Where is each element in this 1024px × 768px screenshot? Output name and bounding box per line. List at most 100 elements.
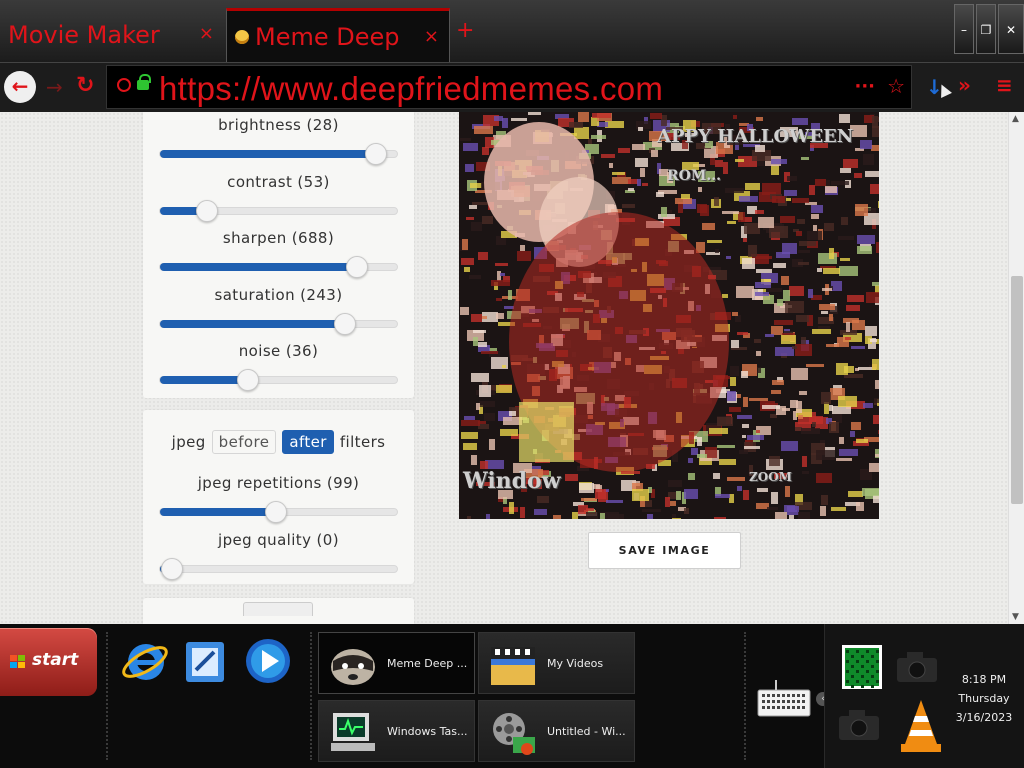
internet-explorer-icon[interactable]: [120, 636, 170, 686]
slider-label: sharpen (688): [222, 229, 335, 247]
address-bar[interactable]: https://www.deepfriedmemes.com ··· ☆: [106, 65, 912, 109]
jpeg-order-row: jpeg before after filters: [143, 430, 414, 454]
before-toggle-button[interactable]: before: [211, 430, 277, 454]
menu-icon[interactable]: ≡: [996, 73, 1013, 97]
slider-label: brightness (28): [218, 116, 339, 134]
back-icon[interactable]: ←: [4, 71, 36, 103]
navigation-bar: ← → ↻ https://www.deepfriedmemes.com ···…: [0, 62, 1024, 112]
slider-thumb[interactable]: [265, 501, 288, 523]
slider-thumb[interactable]: [236, 369, 259, 391]
tab-meme-deep[interactable]: Meme Deep ×: [226, 8, 450, 62]
task-label: My Videos: [547, 657, 604, 670]
scrollbar-thumb[interactable]: [1011, 276, 1023, 504]
meme-caption: ROM...: [667, 168, 721, 184]
new-tab-icon[interactable]: +: [456, 18, 474, 43]
slider-track[interactable]: [159, 143, 398, 165]
slider-thumb[interactable]: [364, 143, 387, 165]
slider-fill: [160, 376, 248, 384]
filter-sliders-panel: brightness (28) contrast (53) sharpen (688…: [143, 112, 414, 398]
slider-fill: [160, 150, 376, 158]
tab-label: Meme Deep: [255, 22, 400, 51]
slider-fill: [160, 319, 345, 328]
clock-date: 3/16/2023: [955, 711, 1013, 724]
deep-fried-meme-image: APPY HALLOWEEN ROM... Window ZOOM: [459, 112, 879, 519]
start-button[interactable]: start: [0, 628, 97, 696]
slider-thumb[interactable]: [160, 558, 183, 580]
tab-bar: Movie Maker × Meme Deep × + – ❐ ✕: [0, 0, 1024, 62]
close-window-button[interactable]: ✕: [998, 4, 1024, 54]
bookmark-star-icon[interactable]: ☆: [887, 74, 905, 98]
slider-track[interactable]: [159, 558, 398, 580]
task-manager-icon: [331, 713, 375, 751]
movie-maker-icon: [493, 713, 535, 755]
minimize-button[interactable]: –: [954, 4, 974, 54]
taskbar-clock[interactable]: 8:18 PM Thursday 3/16/2023: [943, 670, 1024, 727]
info-icon[interactable]: [117, 78, 131, 92]
page-viewport: brightness (28) contrast (53) sharpen (688…: [0, 112, 1008, 624]
url-text[interactable]: https://www.deepfriedmemes.com: [159, 70, 663, 108]
vlc-cone-icon[interactable]: [899, 698, 943, 754]
tab-close-icon[interactable]: ×: [424, 26, 439, 47]
jpeg-prefix-label: jpeg: [171, 433, 206, 451]
window-controls: – ❐ ✕: [952, 4, 1024, 54]
clock-day: Thursday: [958, 692, 1010, 705]
taskbar-item-task-manager[interactable]: Windows Tas...: [318, 700, 475, 762]
camera-icon[interactable]: [895, 650, 941, 684]
tab-movie-maker[interactable]: Movie Maker ×: [0, 8, 224, 62]
partially-visible-button[interactable]: [243, 602, 313, 616]
slider-thumb[interactable]: [196, 199, 219, 222]
keyboard-icon[interactable]: [756, 676, 812, 722]
camera-icon[interactable]: [837, 708, 883, 742]
slider-track[interactable]: [159, 501, 398, 523]
document-icon[interactable]: [180, 636, 230, 686]
lock-icon: [137, 74, 151, 90]
windows-logo-icon: [10, 655, 26, 669]
slider-fill: [160, 263, 357, 271]
film-folder-icon: [491, 647, 535, 685]
forward-icon[interactable]: →: [46, 75, 63, 99]
save-image-button[interactable]: SAVE IMAGE: [588, 532, 741, 569]
slider-track[interactable]: [159, 312, 398, 335]
page-scrollbar[interactable]: ▲ ▼: [1008, 112, 1024, 624]
reload-icon[interactable]: ↻: [76, 73, 94, 98]
next-panel: [143, 598, 414, 624]
task-label: Untitled - Wi...: [547, 725, 626, 738]
taskbar-item-meme-deep[interactable]: Meme Deep ...: [318, 632, 475, 694]
slider-label: saturation (243): [214, 285, 343, 304]
raccoon-icon: [331, 649, 375, 685]
meme-caption: APPY HALLOWEEN: [657, 126, 854, 147]
tab-close-icon[interactable]: ×: [199, 23, 214, 44]
slider-thumb[interactable]: [345, 256, 368, 278]
taskbar-item-movie-maker[interactable]: Untitled - Wi...: [478, 700, 635, 762]
clock-time: 8:18 PM: [961, 673, 1007, 686]
jpeg-panel: jpeg before after filters jpeg repetitio…: [143, 410, 414, 584]
slider-thumb[interactable]: [333, 312, 356, 335]
taskbar-separator: [744, 632, 746, 760]
slider-track[interactable]: [159, 199, 398, 222]
emoji-favicon-icon: [235, 29, 249, 44]
slider-label: noise (36): [238, 342, 319, 360]
slider-track[interactable]: [159, 256, 398, 278]
slider-label: contrast (53): [227, 172, 330, 191]
overflow-icon[interactable]: »: [958, 73, 971, 97]
media-player-icon[interactable]: [243, 636, 293, 686]
restore-button[interactable]: ❐: [976, 4, 996, 54]
meme-caption: ZOOM: [749, 470, 792, 484]
network-grid-icon[interactable]: [841, 644, 883, 690]
taskbar-item-my-videos[interactable]: My Videos: [478, 632, 635, 694]
slider-label: jpeg quality (0): [218, 531, 339, 549]
jpeg-suffix-label: filters: [339, 433, 386, 451]
start-label: start: [32, 650, 79, 670]
tab-label: Movie Maker: [8, 21, 160, 49]
page-actions-icon[interactable]: ···: [854, 76, 875, 97]
task-label: Meme Deep ...: [387, 657, 468, 670]
scroll-down-icon[interactable]: ▼: [1012, 612, 1019, 622]
meme-caption: Window: [463, 468, 561, 494]
slider-track[interactable]: [159, 369, 398, 391]
scroll-up-icon[interactable]: ▲: [1012, 114, 1019, 124]
taskbar-separator: [106, 632, 108, 760]
windows-taskbar: start Meme Deep ... My Videos Windows Ta…: [0, 624, 1024, 768]
taskbar-separator: [310, 632, 312, 760]
after-toggle-button[interactable]: after: [282, 430, 334, 454]
slider-label: jpeg repetitions (99): [197, 474, 360, 492]
